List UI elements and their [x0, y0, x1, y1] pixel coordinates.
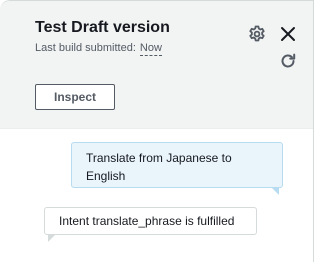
- user-message-bubble: Translate from Japanese to English: [71, 142, 283, 195]
- inspect-button[interactable]: Inspect: [35, 84, 115, 110]
- panel-header: Test Draft version Last build submitted:…: [0, 1, 313, 129]
- gear-icon[interactable]: [247, 24, 267, 44]
- build-status-label: Last build submitted:: [35, 42, 136, 54]
- close-icon[interactable]: [278, 24, 298, 44]
- refresh-icon[interactable]: [278, 51, 298, 71]
- build-status: Last build submitted: Now: [35, 42, 162, 56]
- test-bot-panel: Test Draft version Last build submitted:…: [0, 0, 314, 262]
- bot-message-bubble: Intent translate_phrase is fulfilled: [44, 207, 257, 242]
- panel-title: Test Draft version: [35, 19, 170, 36]
- build-status-value[interactable]: Now: [139, 42, 162, 56]
